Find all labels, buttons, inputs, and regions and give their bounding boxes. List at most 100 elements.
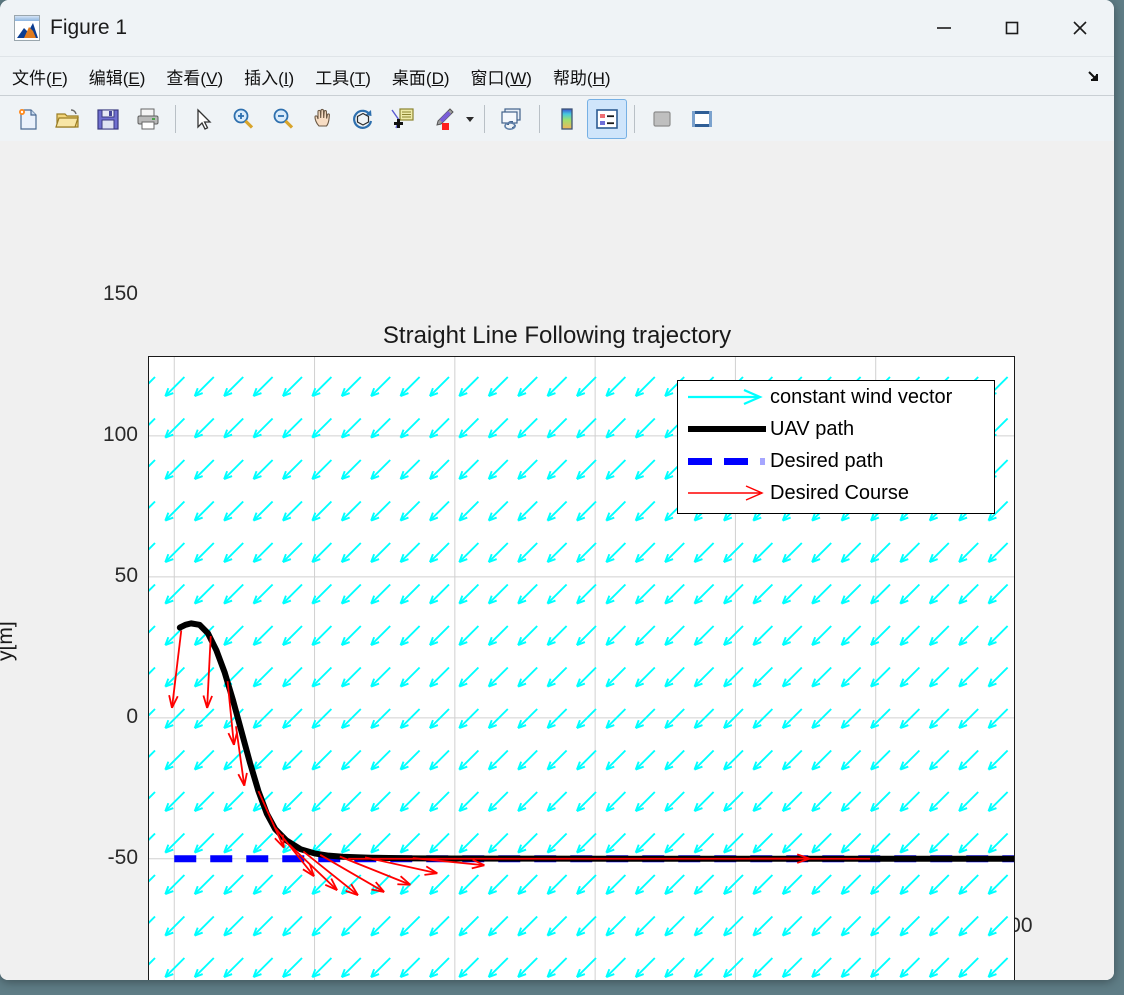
zoom-in-button[interactable] — [223, 99, 263, 139]
wind-arrow — [164, 376, 186, 397]
uav-path-line — [176, 620, 1014, 862]
open-file-button[interactable] — [48, 99, 88, 139]
wind-arrow — [164, 417, 186, 439]
wind-arrow — [781, 666, 803, 688]
desired-course-key-icon — [684, 477, 770, 509]
new-figure-button[interactable] — [8, 99, 48, 139]
legend-box[interactable]: constant wind vector UAV path Desired pa… — [677, 380, 995, 514]
wind-arrow — [781, 583, 803, 605]
wind-arrow — [487, 417, 509, 439]
wind-arrow — [193, 459, 215, 480]
wind-arrow — [149, 915, 156, 924]
y-tick-50: 50 — [114, 563, 138, 587]
wind-arrow — [340, 957, 362, 978]
wind-arrow — [252, 376, 274, 397]
maximize-button[interactable] — [978, 0, 1046, 56]
wind-arrow — [193, 376, 215, 397]
show-plot-tools-button[interactable] — [682, 99, 722, 139]
wind-arrow — [252, 666, 274, 688]
data-cursor-button[interactable] — [383, 99, 423, 139]
wind-arrow — [634, 542, 656, 563]
wind-arrow — [399, 417, 421, 439]
wind-arrow — [987, 708, 1009, 729]
uav-path-key-icon — [684, 413, 770, 445]
wind-arrow — [664, 832, 685, 854]
wind-arrow — [958, 749, 979, 771]
wind-arrow — [664, 583, 685, 605]
wind-arrow — [487, 832, 509, 854]
wind-arrow — [781, 625, 803, 646]
brush-dropdown-caret-icon[interactable] — [463, 100, 477, 138]
wind-arrow — [811, 874, 832, 895]
wind-arrow — [576, 417, 597, 439]
wind-arrow — [311, 542, 333, 563]
wind-arrow — [576, 915, 597, 937]
wind-arrow — [487, 791, 509, 812]
toolbar-separator — [634, 105, 635, 133]
wind-arrow — [487, 708, 509, 729]
wind-arrow — [223, 417, 244, 439]
wind-arrow — [399, 832, 421, 854]
wind-arrow — [193, 666, 215, 688]
wind-arrow — [634, 957, 656, 978]
print-figure-button[interactable] — [128, 99, 168, 139]
zoom-out-button[interactable] — [263, 99, 303, 139]
desired-path-key-icon — [684, 445, 770, 477]
y-axis-label: y[m] — [0, 621, 17, 661]
wind-arrow — [870, 874, 891, 895]
wind-arrow — [546, 957, 568, 978]
wind-arrow — [282, 791, 303, 812]
brush-button[interactable] — [423, 99, 463, 139]
wind-arrow — [576, 749, 597, 771]
menu-item-desktop[interactable]: 桌面(D) — [383, 61, 459, 92]
menu-item-tools[interactable]: 工具(T) — [306, 61, 380, 92]
menu-item-edit[interactable]: 编辑(E) — [80, 61, 155, 92]
link-data-button[interactable] — [492, 99, 532, 139]
dock-arrow-icon[interactable] — [1084, 66, 1106, 86]
wind-arrow — [149, 957, 156, 966]
hide-plot-tools-button[interactable] — [642, 99, 682, 139]
wind-arrow — [370, 749, 391, 771]
wind-arrow — [517, 376, 538, 397]
edit-plot-button[interactable] — [183, 99, 223, 139]
wind-arrow — [370, 417, 391, 439]
wind-arrow — [399, 500, 421, 522]
wind-arrow — [870, 915, 891, 937]
wind-arrow — [458, 417, 480, 439]
wind-arrow — [899, 791, 921, 812]
wind-arrow — [840, 625, 862, 646]
wind-arrow — [781, 708, 803, 729]
wind-arrow — [399, 625, 421, 646]
wind-arrow — [370, 583, 391, 605]
wind-arrow — [870, 542, 891, 563]
wind-arrow — [517, 791, 538, 812]
wind-arrow — [811, 708, 832, 729]
wind-arrow — [928, 915, 950, 937]
wind-arrow — [370, 500, 391, 522]
menu-item-help[interactable]: 帮助(H) — [544, 61, 620, 92]
wind-arrow — [223, 791, 244, 812]
menu-item-file[interactable]: 文件(F) — [3, 61, 77, 92]
menu-item-window[interactable]: 窗口(W) — [462, 61, 541, 92]
wind-arrow — [164, 915, 186, 937]
legend-label-wind: constant wind vector — [770, 385, 953, 408]
close-button[interactable] — [1046, 0, 1114, 56]
toolbar-separator — [539, 105, 540, 133]
wind-arrow — [399, 749, 421, 771]
wind-arrow — [811, 791, 832, 812]
wind-arrow — [487, 915, 509, 937]
legend-button[interactable] — [587, 99, 627, 139]
wind-arrow — [458, 500, 480, 522]
wind-arrow — [870, 708, 891, 729]
menu-item-insert[interactable]: 插入(I) — [235, 61, 303, 92]
wind-arrow — [781, 832, 803, 854]
wind-arrow — [223, 500, 244, 522]
rotate-3d-button[interactable] — [343, 99, 383, 139]
colorbar-button[interactable] — [547, 99, 587, 139]
save-figure-button[interactable] — [88, 99, 128, 139]
menu-item-view[interactable]: 查看(V) — [157, 61, 232, 92]
wind-arrow — [517, 874, 538, 895]
pan-button[interactable] — [303, 99, 343, 139]
wind-arrow — [340, 417, 362, 439]
minimize-button[interactable] — [910, 0, 978, 56]
